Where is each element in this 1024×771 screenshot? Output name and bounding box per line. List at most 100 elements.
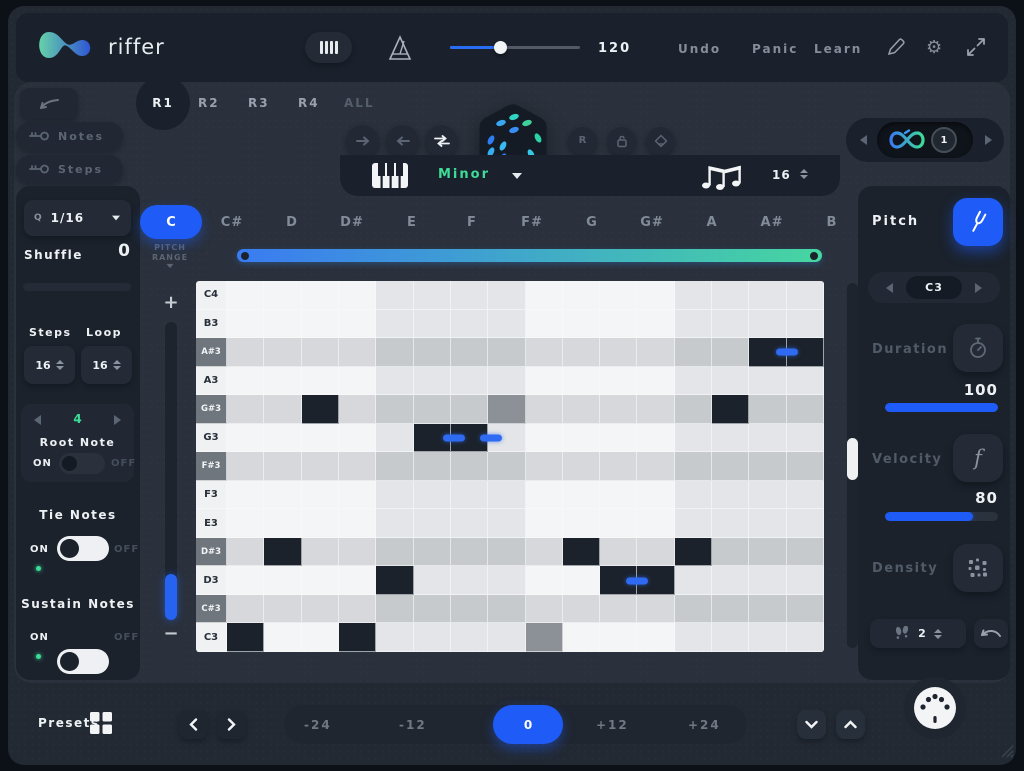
grid-cell[interactable] — [787, 481, 824, 510]
grid-cell[interactable] — [675, 452, 712, 481]
grid-cell[interactable] — [637, 452, 674, 481]
grid-cell[interactable] — [712, 338, 749, 367]
grid-cell[interactable] — [302, 623, 339, 652]
undo-button[interactable]: Undo — [678, 42, 721, 56]
grid-cell[interactable] — [712, 595, 749, 624]
note-tie-marker[interactable] — [480, 434, 502, 441]
grid-cell[interactable] — [302, 338, 339, 367]
grid-cell[interactable] — [451, 338, 488, 367]
grid-cell[interactable] — [302, 281, 339, 310]
grid-cell[interactable] — [675, 424, 712, 453]
grid-cell[interactable] — [414, 566, 451, 595]
duration-tool-button[interactable] — [953, 324, 1003, 372]
grid-cell[interactable] — [563, 395, 600, 424]
grid-cell[interactable] — [451, 566, 488, 595]
grid-cell[interactable] — [526, 367, 563, 396]
grid-cell[interactable] — [414, 509, 451, 538]
loop-mode-pill[interactable]: 1 — [877, 122, 973, 158]
note-key-cs[interactable]: C# — [202, 203, 262, 241]
note-key-f[interactable]: F — [442, 203, 502, 241]
grid-cell[interactable] — [451, 538, 488, 567]
grid-cell[interactable] — [451, 623, 488, 652]
grid-cell[interactable] — [488, 281, 525, 310]
grid-cell[interactable] — [712, 424, 749, 453]
grid-cell[interactable] — [451, 367, 488, 396]
grid-cell[interactable] — [787, 395, 824, 424]
undo-note-button[interactable] — [974, 619, 1008, 648]
root-note-toggle[interactable] — [59, 453, 105, 474]
grid-cell[interactable] — [526, 338, 563, 367]
grid-cell[interactable] — [339, 338, 376, 367]
grid-cell[interactable] — [563, 367, 600, 396]
grid-cell[interactable] — [563, 595, 600, 624]
grid-cell[interactable] — [302, 595, 339, 624]
grid-cell[interactable] — [600, 623, 637, 652]
pitch-zoom-out-button[interactable]: − — [162, 623, 180, 644]
grid-cell[interactable] — [488, 367, 525, 396]
grid-cell[interactable] — [488, 310, 525, 339]
grid-cell[interactable] — [787, 452, 824, 481]
note-key-fs[interactable]: F# — [502, 203, 562, 241]
grid-cell[interactable] — [600, 281, 637, 310]
grid-cell[interactable] — [264, 452, 301, 481]
grid-cell[interactable] — [339, 481, 376, 510]
grid-cell[interactable] — [488, 509, 525, 538]
grid-cell[interactable] — [637, 395, 674, 424]
grid-cell[interactable] — [339, 566, 376, 595]
grid-cell[interactable] — [637, 509, 674, 538]
grid-cell[interactable] — [563, 310, 600, 339]
loop-prev-button[interactable] — [860, 135, 867, 145]
pitch-range-bar-right-handle[interactable] — [810, 252, 818, 260]
note-key-a[interactable]: A — [682, 203, 742, 241]
grid-cell[interactable] — [637, 310, 674, 339]
grid-scrollbar[interactable] — [847, 283, 858, 648]
grid-cell[interactable] — [376, 452, 413, 481]
grid-cell[interactable] — [637, 538, 674, 567]
tab-riff-all[interactable]: ALL — [344, 96, 375, 110]
grid-cell[interactable] — [675, 566, 712, 595]
grid-note-cell[interactable] — [675, 538, 712, 567]
grid-cell[interactable] — [488, 595, 525, 624]
grid-cell[interactable] — [563, 566, 600, 595]
auto-randomize-button[interactable]: R — [568, 126, 597, 155]
grid-cell[interactable] — [526, 452, 563, 481]
steps-stepper[interactable]: 16 — [24, 346, 75, 384]
grid-cell[interactable] — [526, 509, 563, 538]
grid-cell[interactable] — [227, 595, 264, 624]
grid-cell[interactable] — [675, 481, 712, 510]
note-key-g[interactable]: G — [562, 203, 622, 241]
grid-cell[interactable] — [749, 424, 786, 453]
pitch-note-prev-button[interactable] — [886, 283, 893, 293]
grid-cell[interactable] — [264, 623, 301, 652]
grid-cell[interactable] — [451, 452, 488, 481]
grid-cell[interactable] — [227, 481, 264, 510]
grid-cell[interactable] — [600, 367, 637, 396]
grid-cell[interactable] — [264, 481, 301, 510]
grid-cell[interactable] — [376, 310, 413, 339]
grid-cell[interactable] — [414, 481, 451, 510]
grid-cell[interactable] — [712, 310, 749, 339]
grid-cell[interactable] — [339, 424, 376, 453]
grid-cell[interactable] — [302, 367, 339, 396]
note-key-c[interactable]: C — [140, 203, 202, 241]
note-key-ds[interactable]: D# — [322, 203, 382, 241]
grid-cell[interactable] — [712, 566, 749, 595]
grid-note-cell[interactable] — [563, 538, 600, 567]
grid-cell[interactable] — [526, 424, 563, 453]
pitch-range-bar[interactable] — [237, 249, 822, 262]
pitch-range-slider-handle[interactable] — [165, 574, 177, 620]
tie-notes-toggle[interactable] — [57, 536, 109, 561]
grid-cell[interactable] — [712, 538, 749, 567]
root-next-button[interactable] — [114, 415, 121, 425]
grid-cell[interactable] — [712, 281, 749, 310]
grid-cell[interactable] — [637, 281, 674, 310]
chevron-down-icon[interactable] — [167, 264, 174, 268]
grid-cell[interactable] — [376, 509, 413, 538]
grid-cell[interactable] — [787, 367, 824, 396]
grid-cell[interactable] — [600, 424, 637, 453]
grid-cell[interactable] — [339, 538, 376, 567]
grid-cell[interactable] — [749, 566, 786, 595]
note-key-b[interactable]: B — [802, 203, 862, 241]
grid-cell[interactable] — [339, 367, 376, 396]
tab-riff-r3[interactable]: R3 — [248, 96, 270, 110]
